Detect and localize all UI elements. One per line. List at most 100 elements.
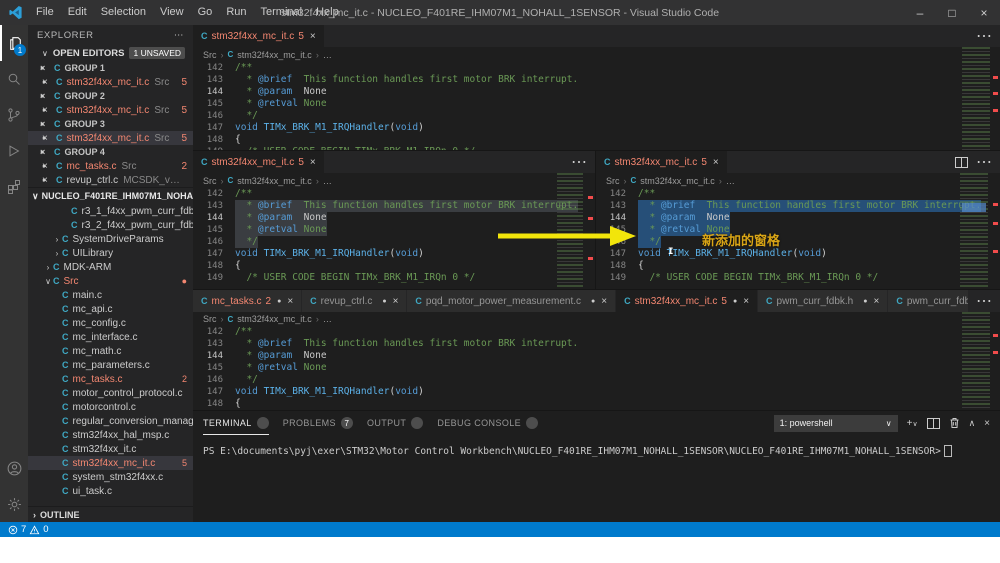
breadcrumb[interactable]: Src› C stm32f4xx_mc_it.c› …: [193, 312, 1000, 326]
code-line[interactable]: 143 * @brief This function handles first…: [596, 200, 1000, 212]
shell-selector[interactable]: 1: powershell ∨: [774, 415, 898, 432]
close-icon[interactable]: ×: [310, 31, 316, 42]
code-editor[interactable]: 142/**143 * @brief This function handles…: [193, 188, 595, 284]
tree-item[interactable]: C mc_config.c: [28, 316, 193, 330]
editor-actions-icon[interactable]: ⋯: [976, 152, 992, 172]
run-debug-icon[interactable]: [0, 133, 28, 169]
open-editor-item[interactable]: × ● C mc_tasks.c Src 2: [28, 159, 193, 173]
code-line[interactable]: 147void TIMx_BRK_M1_IRQHandler(void): [193, 122, 1000, 134]
breadcrumb[interactable]: Src› C stm32f4xx_mc_it.c› …: [596, 173, 1000, 188]
modified-dot-icon[interactable]: ●: [733, 298, 737, 305]
tab-stm32f4xx-mc-it[interactable]: C stm32f4xx_mc_it.c 5 ×: [193, 25, 325, 47]
modified-dot-icon[interactable]: ●: [40, 93, 50, 100]
close-icon[interactable]: ×: [287, 296, 293, 307]
tree-item[interactable]: C mc_parameters.c: [28, 358, 193, 372]
tree-item[interactable]: C mc_api.c: [28, 302, 193, 316]
editor-tab[interactable]: C revup_ctrl.c ● ×: [302, 290, 407, 312]
overview-ruler[interactable]: [990, 312, 1000, 410]
code-line[interactable]: 148{: [193, 260, 595, 272]
account-icon[interactable]: [0, 450, 28, 486]
maximize-button[interactable]: □: [936, 0, 968, 25]
code-line[interactable]: 145 * @retval None: [596, 224, 1000, 236]
kill-terminal-icon[interactable]: [949, 417, 960, 429]
code-editor[interactable]: 142/**143 * @brief This function handles…: [193, 62, 1000, 150]
code-line[interactable]: 146 */: [596, 236, 1000, 248]
tree-item[interactable]: C motor_control_protocol.c: [28, 386, 193, 400]
problems-status[interactable]: 7 0: [8, 524, 49, 535]
open-editor-item[interactable]: × ● C GROUP 3: [28, 117, 193, 131]
tree-item[interactable]: C system_stm32f4xx.c: [28, 470, 193, 484]
panel-tab[interactable]: DEBUG CONSOLE: [437, 412, 538, 435]
modified-dot-icon[interactable]: ●: [42, 107, 52, 114]
code-line[interactable]: 142/**: [193, 188, 595, 200]
tab-stm32f4xx-mc-it[interactable]: C stm32f4xx_mc_it.c 5 ×: [193, 151, 325, 173]
code-line[interactable]: 149 /* USER CODE BEGIN TIMx_BRK_M1_IRQn …: [193, 272, 595, 284]
tab-stm32f4xx-mc-it[interactable]: C stm32f4xx_mc_it.c 5 ×: [596, 151, 728, 173]
modified-dot-icon[interactable]: ●: [277, 298, 281, 305]
code-editor[interactable]: 142/**143 * @brief This function handles…: [193, 326, 1000, 410]
modified-dot-icon[interactable]: ●: [40, 121, 50, 128]
tree-item[interactable]: C ui_task.c: [28, 484, 193, 498]
close-icon[interactable]: ×: [601, 296, 607, 307]
code-line[interactable]: 145 * @retval None: [193, 98, 1000, 110]
code-line[interactable]: 147void TIMx_BRK_M1_IRQHandler(void): [596, 248, 1000, 260]
breadcrumb[interactable]: Src› C stm32f4xx_mc_it.c› …: [193, 47, 1000, 62]
split-editor-icon[interactable]: [955, 157, 968, 168]
tree-item[interactable]: C stm32f4xx_it.c: [28, 442, 193, 456]
tree-item[interactable]: C main.c: [28, 288, 193, 302]
modified-dot-icon[interactable]: ●: [591, 298, 595, 305]
search-icon[interactable]: [0, 61, 28, 97]
modified-dot-icon[interactable]: ●: [40, 149, 50, 156]
code-line[interactable]: 143 * @brief This function handles first…: [193, 200, 595, 212]
editor-actions-icon[interactable]: ⋯: [976, 291, 992, 311]
code-line[interactable]: 145 * @retval None: [193, 362, 1000, 374]
editor-tab[interactable]: C pwm_curr_fdbk.c ● ×: [888, 290, 968, 312]
tree-item[interactable]: C motorcontrol.c: [28, 400, 193, 414]
menu-item[interactable]: Go: [191, 0, 220, 25]
code-line[interactable]: 145 * @retval None: [193, 224, 595, 236]
code-line[interactable]: 146 */: [193, 110, 1000, 122]
open-editor-item[interactable]: × ● C stm32f4xx_mc_it.c Src 5: [28, 131, 193, 145]
minimap[interactable]: [557, 173, 583, 289]
minimap[interactable]: [962, 47, 990, 150]
tree-item[interactable]: C mc_interface.c: [28, 330, 193, 344]
minimize-button[interactable]: –: [904, 0, 936, 25]
modified-dot-icon[interactable]: ●: [42, 163, 52, 170]
terminal-output[interactable]: PS E:\documents\pyj\exer\STM32\Motor Con…: [193, 435, 1000, 457]
editor-tab[interactable]: C mc_tasks.c 2 ● ×: [193, 290, 302, 312]
open-editor-item[interactable]: × ● C GROUP 2: [28, 89, 193, 103]
menu-item[interactable]: Edit: [61, 0, 94, 25]
code-line[interactable]: 146 */: [193, 374, 1000, 386]
code-line[interactable]: 142/**: [596, 188, 1000, 200]
code-line[interactable]: 142/**: [193, 326, 1000, 338]
code-line[interactable]: 144 * @param None: [193, 350, 1000, 362]
modified-dot-icon[interactable]: ●: [40, 65, 50, 72]
code-line[interactable]: 147void TIMx_BRK_M1_IRQHandler(void): [193, 386, 1000, 398]
code-line[interactable]: 148{: [596, 260, 1000, 272]
tree-item[interactable]: C stm32f4xx_mc_it.c 5: [28, 456, 193, 470]
open-editor-item[interactable]: × ● C GROUP 4: [28, 145, 193, 159]
menu-item[interactable]: File: [29, 0, 61, 25]
menu-item[interactable]: Selection: [94, 0, 153, 25]
code-line[interactable]: 143 * @brief This function handles first…: [193, 338, 1000, 350]
tree-item[interactable]: › C SystemDriveParams: [28, 232, 193, 246]
open-editor-item[interactable]: × ● C revup_ctrl.c MCSDK_v5.4.4-Full...: [28, 173, 193, 187]
code-line[interactable]: 142/**: [193, 62, 1000, 74]
close-window-button[interactable]: ×: [968, 0, 1000, 25]
close-icon[interactable]: ×: [743, 296, 749, 307]
tree-item[interactable]: C r3_2_f4xx_pwm_curr_fdbk.c: [28, 218, 193, 232]
tree-item[interactable]: C mc_math.c: [28, 344, 193, 358]
tree-item[interactable]: › C UILibrary: [28, 246, 193, 260]
modified-dot-icon[interactable]: ●: [42, 135, 52, 142]
code-line[interactable]: 147void TIMx_BRK_M1_IRQHandler(void): [193, 248, 595, 260]
close-icon[interactable]: ×: [873, 296, 879, 307]
tree-item[interactable]: C regular_conversion_manager.c: [28, 414, 193, 428]
close-panel-icon[interactable]: ×: [984, 418, 990, 429]
code-line[interactable]: 144 * @param None: [193, 212, 595, 224]
panel-tab[interactable]: PROBLEMS 7: [283, 412, 353, 435]
modified-dot-icon[interactable]: ●: [382, 298, 386, 305]
close-icon[interactable]: ×: [713, 157, 719, 168]
code-line[interactable]: 146 */: [193, 236, 595, 248]
extensions-icon[interactable]: [0, 169, 28, 205]
editor-actions-icon[interactable]: ⋯: [571, 152, 587, 172]
